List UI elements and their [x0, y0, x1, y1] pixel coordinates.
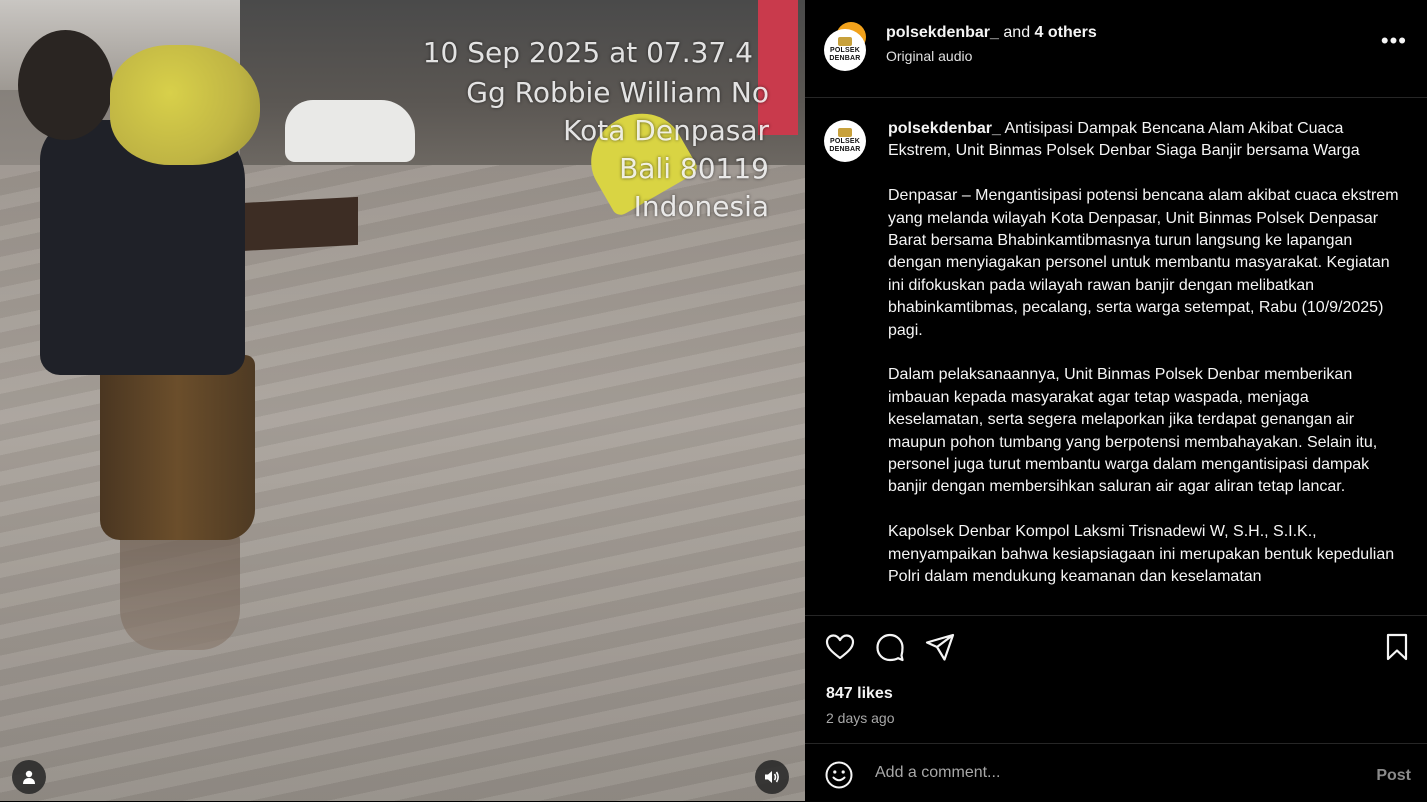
emoji-icon[interactable] [824, 760, 854, 790]
video-frame-head [18, 30, 113, 140]
original-audio-link[interactable]: Original audio [886, 48, 972, 64]
header-username-line: polsekdenbar_ and 4 others [886, 24, 1097, 42]
share-icon[interactable] [924, 631, 956, 663]
caption-text: polsekdenbar_ Antisipasi Dampak Bencana … [888, 118, 1408, 611]
caption-paragraph: Denpasar – Mengantisipasi potensi bencan… [888, 187, 1399, 339]
avatar-logo-text: POLSEK DENBAR [829, 138, 861, 153]
video-frame-plank [240, 196, 358, 252]
author-avatar[interactable]: POLSEK DENBAR [824, 29, 866, 71]
audio-toggle-button[interactable] [755, 760, 789, 794]
caption-paragraph: Dalam pelaksanaannya, Unit Binmas Polsek… [888, 366, 1378, 496]
post-video[interactable]: 10 Sep 2025 at 07.37.4 Gg Robbie William… [0, 0, 805, 801]
comment-input[interactable] [875, 758, 1295, 788]
post-timestamp[interactable]: 2 days ago [826, 710, 895, 726]
video-timestamp-overlay: 10 Sep 2025 at 07.37.4 [422, 36, 753, 69]
likes-count[interactable]: 847 likes [826, 685, 893, 703]
user-tag-icon [23, 770, 35, 784]
and-text: and [1003, 24, 1031, 41]
post-actions: 847 likes 2 days ago [805, 615, 1427, 744]
heart-icon[interactable] [824, 631, 856, 663]
post-comment-button[interactable]: Post [1376, 767, 1411, 785]
bookmark-icon[interactable] [1381, 631, 1413, 663]
caption-section: POLSEK DENBAR polsekdenbar_ Antisipasi D… [805, 97, 1427, 616]
video-frame-legs [120, 530, 240, 650]
video-frame-car [285, 100, 415, 162]
caption-author-avatar[interactable]: POLSEK DENBAR [824, 120, 866, 162]
police-badge-icon [838, 37, 852, 46]
video-location-overlay-postal: Bali 80119 [619, 152, 769, 185]
video-location-overlay-country: Indonesia [633, 190, 769, 223]
police-badge-icon [838, 128, 852, 137]
post-header: POLSEK DENBAR polsekdenbar_ and 4 others… [805, 0, 1427, 96]
author-username-link[interactable]: polsekdenbar_ [886, 24, 999, 41]
video-location-overlay-city: Kota Denpasar [563, 114, 769, 147]
video-location-overlay-street: Gg Robbie William No [466, 76, 769, 109]
comment-bar: Post [805, 743, 1427, 802]
more-options-button[interactable]: ••• [1381, 30, 1407, 52]
comment-icon[interactable] [874, 631, 906, 663]
collaborators-link[interactable]: 4 others [1035, 24, 1097, 41]
caption-paragraph: Kapolsek Denbar Kompol Laksmi Trisnadewi… [888, 523, 1395, 586]
caption-username-link[interactable]: polsekdenbar_ [888, 120, 1001, 137]
speaker-icon [765, 771, 779, 783]
more-icon: ••• [1380, 28, 1407, 53]
video-frame-sarong [100, 355, 255, 540]
post-details-panel: POLSEK DENBAR polsekdenbar_ and 4 others… [805, 0, 1427, 801]
user-tag-button[interactable] [12, 760, 46, 794]
avatar-logo-text: POLSEK DENBAR [829, 47, 861, 62]
post-modal: 10 Sep 2025 at 07.37.4 Gg Robbie William… [0, 0, 1427, 801]
video-frame-sack [110, 45, 260, 165]
